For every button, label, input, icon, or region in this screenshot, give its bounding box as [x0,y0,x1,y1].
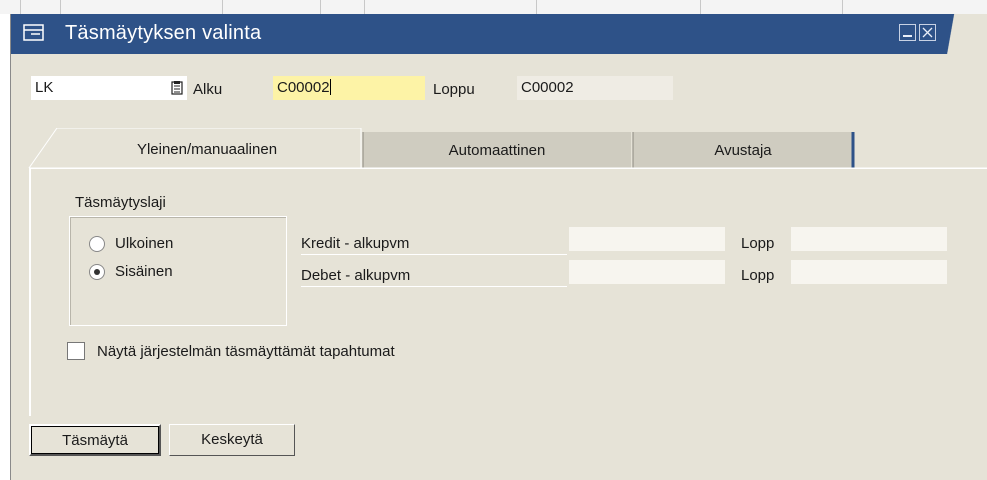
radio-internal[interactable] [89,264,105,280]
tab-automatic[interactable]: Automaattinen [363,132,631,168]
debit-label-underline [301,286,567,287]
title-bar-edge [927,14,987,54]
background-table-header [0,0,987,14]
credit-end-label: Lopp [741,235,775,252]
debit-start-label: Debet - alkupvm [301,267,411,284]
radio-external[interactable] [89,236,105,252]
debit-end-field[interactable] [791,260,947,284]
tab-assistant[interactable]: Avustaja [633,132,853,168]
reconciliation-dialog: Täsmäytyksen valinta LK Alku C00002 Lopp… [10,14,987,480]
cancel-button[interactable]: Keskeytä [169,424,295,456]
credit-start-field[interactable] [569,227,725,251]
value-help-icon[interactable] [171,81,183,95]
credit-label-underline [301,254,567,255]
debit-start-field[interactable] [569,260,725,284]
type-field-value: LK [35,79,54,96]
credit-start-label: Kredit - alkupvm [301,235,410,252]
window-title: Täsmäytyksen valinta [65,22,262,44]
minimize-icon[interactable] [899,24,916,41]
close-icon[interactable] [919,24,936,41]
tab-assistant-label: Avustaja [714,142,772,159]
title-bar: Täsmäytyksen valinta [11,14,987,54]
reconcile-button[interactable]: Täsmäytä [29,424,161,456]
tab-general-label: Yleinen/manuaalinen [136,141,278,158]
start-label: Alku [193,81,223,98]
group-title: Täsmäytyslaji [75,194,166,211]
cancel-button-label: Keskeytä [201,431,263,448]
start-field-value: C00002 [277,79,330,96]
tab-general[interactable]: Yleinen/manuaalinen [57,128,357,168]
reconcile-button-label: Täsmäytä [62,432,128,449]
end-field-value: C00002 [521,79,574,96]
debit-end-label: Lopp [741,267,775,284]
end-field: C00002 [517,76,673,100]
tab-automatic-label: Automaattinen [448,142,546,159]
tab-strip: Yleinen/manuaalinen Automaattinen Avusta… [11,128,987,168]
end-label: Loppu [433,81,475,98]
type-field[interactable]: LK [31,76,187,100]
radio-external-label: Ulkoinen [115,235,174,252]
show-system-matched-checkbox[interactable] [67,342,85,360]
radio-internal-label: Sisäinen [115,263,173,280]
start-field[interactable]: C00002 [273,76,425,100]
credit-end-field[interactable] [791,227,947,251]
window-icon [23,23,45,43]
text-cursor [329,79,331,95]
show-system-matched-label: Näytä järjestelmän täsmäyttämät tapahtum… [97,343,395,360]
